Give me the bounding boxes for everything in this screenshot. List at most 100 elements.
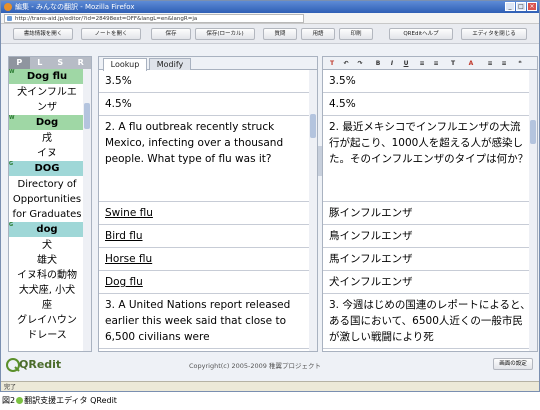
address-bar: http://trans-aid.jp/editor/?id=28498ext=… <box>1 13 539 24</box>
dict-translation[interactable]: 雄犬 <box>9 253 85 268</box>
print-button[interactable]: 印刷 <box>339 28 373 40</box>
dict-translation[interactable]: ドレース <box>9 328 85 343</box>
dict-tab-r[interactable]: R <box>70 57 91 69</box>
figure-number: 図2 <box>2 396 16 405</box>
redo-icon[interactable]: ↷ <box>355 59 365 68</box>
target-scrollbar[interactable] <box>529 70 537 351</box>
source-segment[interactable]: Bird flu <box>99 225 317 248</box>
scrollbar-thumb[interactable] <box>530 120 536 144</box>
dict-translation[interactable]: 大犬座, 小犬 <box>9 283 85 298</box>
status-bar: 完了 <box>1 381 539 391</box>
browser-window: 編集 - みんなの翻訳 - Mozilla Firefox _ □ × http… <box>0 0 540 392</box>
target-segment[interactable]: 犬インフルエンザ <box>323 271 537 294</box>
dict-headword[interactable]: G DOG <box>9 161 85 177</box>
list-icon[interactable]: ≡ <box>485 59 495 68</box>
maximize-button[interactable]: □ <box>516 2 526 11</box>
terms-button[interactable]: 用語 <box>301 28 335 40</box>
source-icon[interactable]: T <box>327 59 337 68</box>
source-segment[interactable]: 2. A flu outbreak recently struck Mexico… <box>99 116 317 202</box>
caption-bullet-icon <box>16 397 24 404</box>
target-segment[interactable]: 4.5% <box>323 93 537 116</box>
dict-headword[interactable]: G dog <box>9 222 85 238</box>
quote-icon[interactable]: ❝ <box>515 59 525 68</box>
close-button[interactable]: × <box>527 2 537 11</box>
target-segments: 3.5% 4.5% 2. 最近メキシコでインフルエンザの大流行が起こり、1000… <box>323 70 537 349</box>
save-button[interactable]: 保存 <box>151 28 191 40</box>
scrollbar-thumb[interactable] <box>310 114 316 138</box>
dict-tab-l[interactable]: L <box>29 57 50 69</box>
dict-translation[interactable]: 犬インフルエ <box>9 85 85 100</box>
dict-translation[interactable]: Directory of <box>9 177 85 192</box>
dictionary-entries: W Dog flu 犬インフルエ ンザ W Dog 戌 イヌ G DOG Dir… <box>9 69 85 343</box>
target-segment[interactable]: 3. 今週はじめの国連のレポートによると、ある国において、6500人近くの一般市… <box>323 294 537 349</box>
italic-icon[interactable]: I <box>387 59 397 68</box>
editor-toolbar: 書誌情報を開く ノートを開く 保存 保存(ローカル) 質問 用語 印刷 QREd… <box>1 24 539 44</box>
open-bibliography-button[interactable]: 書誌情報を開く <box>13 28 73 40</box>
figure-caption: 図2 翻訳支援エディタ QRedit <box>2 395 117 406</box>
close-editor-button[interactable]: エディタを閉じる <box>461 28 527 40</box>
dict-headword-text: dog <box>36 224 58 235</box>
bold-icon[interactable]: B <box>373 59 383 68</box>
target-segment[interactable]: 3.5% <box>323 70 537 93</box>
source-segments: 3.5% 4.5% 2. A flu outbreak recently str… <box>99 70 317 349</box>
window-controls: _ □ × <box>505 2 537 11</box>
source-segment[interactable]: Dog flu <box>99 271 317 294</box>
dict-translation[interactable]: ンザ <box>9 100 85 115</box>
entry-type-mark: G <box>9 161 14 167</box>
source-segment[interactable]: 3. A United Nations report released earl… <box>99 294 317 349</box>
title-bar: 編集 - みんなの翻訳 - Mozilla Firefox _ □ × <box>1 1 539 13</box>
font-color-icon[interactable]: A <box>465 59 477 68</box>
dictionary-panel: P L S R W Dog flu 犬インフルエ ンザ W Dog 戌 イヌ G… <box>8 56 92 352</box>
target-segment[interactable]: 馬インフルエンザ <box>323 248 537 271</box>
source-segment[interactable]: Swine flu <box>99 202 317 225</box>
dict-translation[interactable]: 戌 <box>9 131 85 146</box>
dict-translation[interactable]: Opportunities <box>9 192 85 207</box>
firefox-icon <box>4 3 12 11</box>
tab-lookup[interactable]: Lookup <box>103 58 147 71</box>
copyright-text: Copyright(c) 2005-2009 稚翼プロジェクト <box>189 362 321 370</box>
help-button[interactable]: QREditヘルプ <box>389 28 453 40</box>
source-segment[interactable]: Horse flu <box>99 248 317 271</box>
caption-text: 翻訳支援エディタ QRedit <box>24 396 117 405</box>
open-note-button[interactable]: ノートを開く <box>81 28 141 40</box>
target-segment[interactable]: 鳥インフルエンザ <box>323 225 537 248</box>
save-local-button[interactable]: 保存(ローカル) <box>195 28 255 40</box>
source-segment[interactable]: 3.5% <box>99 70 317 93</box>
qredit-logo: QRedit <box>5 356 65 374</box>
dict-tab-p[interactable]: P <box>9 57 30 69</box>
dict-tab-s[interactable]: S <box>50 57 71 69</box>
align-left-icon[interactable]: ≡ <box>417 59 427 68</box>
undo-icon[interactable]: ↶ <box>341 59 351 68</box>
entry-type-mark: W <box>9 69 15 75</box>
question-button[interactable]: 質問 <box>263 28 297 40</box>
indent-icon[interactable]: ≡ <box>499 59 509 68</box>
target-segment[interactable]: 豚インフルエンザ <box>323 202 537 225</box>
source-segment[interactable]: 4.5% <box>99 93 317 116</box>
target-segment[interactable]: 2. 最近メキシコでインフルエンザの大流行が起こり、1000人を超える人が感染し… <box>323 116 537 202</box>
dict-headword-text: DOG <box>34 163 60 174</box>
dictionary-scrollbar[interactable] <box>83 69 91 351</box>
format-toolbar: T ↶ ↷ B I U ≡ ≡ T A ≡ ≡ ❝ <box>323 57 537 70</box>
window-title: 編集 - みんなの翻訳 - Mozilla Firefox <box>15 3 135 11</box>
dict-translation[interactable]: イヌ <box>9 146 85 161</box>
align-center-icon[interactable]: ≡ <box>431 59 441 68</box>
dict-translation[interactable]: イヌ科の動物 <box>9 268 85 283</box>
tab-modify[interactable]: Modify <box>149 58 191 70</box>
dict-headword[interactable]: W Dog flu <box>9 69 85 85</box>
dict-translation[interactable]: for Graduates <box>9 207 85 222</box>
scrollbar-thumb[interactable] <box>84 103 90 129</box>
source-scrollbar[interactable] <box>309 70 317 351</box>
font-size-icon[interactable]: T <box>447 59 459 68</box>
screen-settings-button[interactable]: 画面の設定 <box>493 358 533 370</box>
dict-headword[interactable]: W Dog <box>9 115 85 131</box>
dictionary-tabs: P L S R <box>9 57 91 69</box>
dict-translation[interactable]: 座 <box>9 298 85 313</box>
editor-main: P L S R W Dog flu 犬インフルエ ンザ W Dog 戌 イヌ G… <box>4 56 538 374</box>
source-pane: Lookup Modify 3.5% 4.5% 2. A flu outbrea… <box>98 56 318 352</box>
dict-translation[interactable]: グレイハウン <box>9 313 85 328</box>
dict-headword-text: Dog <box>35 117 59 128</box>
minimize-button[interactable]: _ <box>505 2 515 11</box>
underline-icon[interactable]: U <box>401 59 411 68</box>
dict-translation[interactable]: 犬 <box>9 238 85 253</box>
url-input[interactable]: http://trans-aid.jp/editor/?id=28498ext=… <box>4 14 304 23</box>
